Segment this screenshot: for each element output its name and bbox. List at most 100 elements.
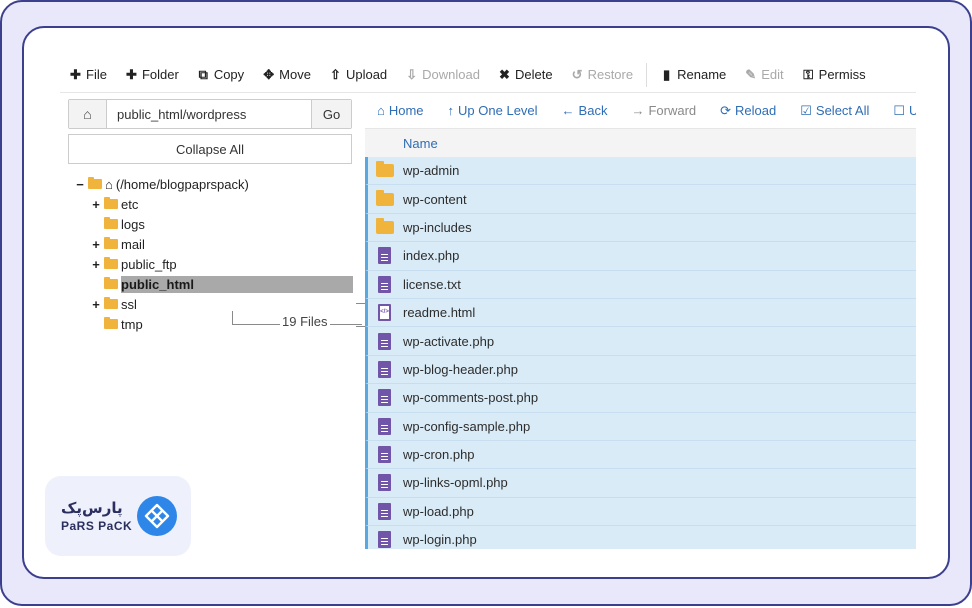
table-row[interactable]: wp-blog-header.php: [365, 355, 916, 385]
expand-toggle-icon[interactable]: +: [90, 237, 102, 252]
file-name: wp-config-sample.php: [403, 418, 531, 434]
new-file-label: File: [86, 67, 107, 82]
permissions-label: Permiss: [818, 67, 866, 82]
home-icon: ⌂: [105, 176, 113, 192]
unselect-all-label: U: [909, 103, 916, 118]
nav-home-label: Home: [388, 103, 424, 118]
files-count-label: 19 Files: [280, 314, 330, 329]
table-row[interactable]: wp-activate.php: [365, 327, 916, 356]
delete-button[interactable]: ✖ Delete: [489, 57, 562, 93]
upload-label: Upload: [345, 67, 388, 82]
edit-button[interactable]: ✎ Edit: [735, 57, 792, 93]
go-button[interactable]: Go: [311, 100, 351, 128]
document-icon: [378, 474, 391, 492]
home-button[interactable]: ⌂: [69, 100, 107, 128]
table-row[interactable]: wp-load.php: [365, 497, 916, 527]
logo-text-fa: پارس‌پک: [61, 499, 123, 517]
table-row[interactable]: wp-config-sample.php: [365, 412, 916, 441]
folder-icon: [375, 161, 394, 178]
folder-open-icon: [88, 177, 102, 189]
file-name: index.php: [403, 248, 460, 264]
undo-icon: ↺: [571, 66, 583, 82]
tree-item-logs[interactable]: logs: [74, 214, 354, 234]
table-row[interactable]: license.txt: [365, 270, 916, 299]
name-column-header[interactable]: Name: [365, 136, 438, 151]
move-label: Move: [279, 67, 311, 82]
home-icon: ⌂: [83, 106, 92, 122]
rename-button[interactable]: ▮ Rename: [651, 57, 735, 93]
collapse-toggle-icon[interactable]: −: [74, 177, 86, 192]
table-row[interactable]: wp-cron.php: [365, 440, 916, 470]
new-folder-button[interactable]: ✚ Folder: [116, 57, 188, 93]
file-rows: wp-admin wp-content wp-includes index.php li…: [365, 157, 916, 549]
copy-label: Copy: [213, 67, 245, 82]
key-icon: ⚿: [803, 66, 814, 82]
logo-text-en: PaRS PaCK: [61, 519, 133, 533]
file-name: wp-load.php: [403, 503, 474, 519]
move-button[interactable]: ✥ Move: [253, 57, 320, 93]
table-row[interactable]: wp-links-opml.php: [365, 469, 916, 498]
unselect-all-button[interactable]: ☐U: [881, 103, 916, 119]
restore-button[interactable]: ↺ Restore: [562, 57, 643, 93]
table-row[interactable]: wp-includes: [365, 213, 916, 243]
tree-item-etc[interactable]: + etc: [74, 194, 354, 214]
folder-tree: − ⌂ (/home/blogpaprspack) + etc logs + m…: [74, 174, 354, 334]
table-row[interactable]: wp-comments-post.php: [365, 384, 916, 413]
plus-icon: ✚: [70, 66, 81, 82]
file-name: license.txt: [403, 276, 461, 292]
upload-button[interactable]: ⇧ Upload: [320, 57, 396, 93]
file-icon-cell: [368, 389, 401, 407]
diamond-grid-icon: [144, 503, 170, 529]
up-one-level-label: Up One Level: [458, 103, 538, 118]
file-icon-cell: [368, 360, 401, 378]
parspack-mark-icon: [137, 496, 177, 536]
level-up-icon: ↑: [447, 103, 455, 118]
tree-root[interactable]: − ⌂ (/home/blogpaprspack): [74, 174, 354, 194]
select-all-button[interactable]: ☑ Select All: [788, 103, 881, 119]
back-label: Back: [578, 103, 608, 118]
file-icon-cell: [368, 275, 401, 293]
nav-home-button[interactable]: ⌂ Home: [365, 103, 436, 118]
expand-toggle-icon[interactable]: +: [90, 257, 102, 272]
collapse-all-button[interactable]: Collapse All: [68, 134, 352, 164]
tree-item-label: public_html: [121, 275, 353, 293]
forward-button[interactable]: → Forward: [619, 103, 708, 118]
table-row[interactable]: wp-admin: [365, 157, 916, 186]
tree-item-mail[interactable]: + mail: [74, 234, 354, 254]
expand-toggle-icon[interactable]: +: [90, 197, 102, 212]
file-name: wp-admin: [403, 163, 460, 179]
tree-item-public-ftp[interactable]: + public_ftp: [74, 254, 354, 274]
back-button[interactable]: ← Back: [550, 103, 620, 118]
file-name: wp-links-opml.php: [403, 475, 508, 491]
path-bar: ⌂ Go: [68, 99, 352, 129]
file-name: wp-comments-post.php: [403, 390, 539, 406]
path-input[interactable]: [107, 100, 311, 128]
plus-icon: ✚: [126, 66, 137, 82]
upload-icon: ⇧: [330, 66, 341, 82]
table-row[interactable]: index.php: [365, 242, 916, 271]
folder-icon: [104, 277, 118, 289]
table-row[interactable]: wp-content: [365, 185, 916, 214]
tree-item-label: ssl: [121, 296, 137, 312]
copy-button[interactable]: ⧉ Copy: [188, 57, 253, 93]
expand-toggle-icon[interactable]: +: [90, 297, 102, 312]
table-row[interactable]: </> readme.html: [365, 298, 916, 328]
select-all-label: Select All: [815, 103, 870, 118]
file-icon-cell: [368, 161, 401, 178]
reload-icon: ⟳: [720, 102, 732, 118]
document-icon: [378, 417, 391, 435]
arrow-right-icon: →: [631, 103, 645, 118]
checkbox-checked-icon: ☑: [800, 102, 812, 118]
tree-item-public-html[interactable]: public_html: [74, 274, 354, 294]
download-button[interactable]: ⇩ Download: [396, 57, 489, 93]
download-label: Download: [422, 67, 480, 82]
new-file-button[interactable]: ✚ File: [60, 57, 116, 93]
folder-icon: [104, 237, 118, 249]
permissions-button[interactable]: ⚿ Permiss: [793, 57, 875, 93]
up-one-level-button[interactable]: ↑ Up One Level: [436, 103, 550, 118]
file-icon-cell: [368, 417, 401, 435]
forward-label: Forward: [648, 103, 697, 118]
table-header: Name: [365, 129, 916, 157]
reload-button[interactable]: ⟳ Reload: [708, 103, 788, 119]
table-row[interactable]: wp-login.php: [365, 526, 916, 549]
